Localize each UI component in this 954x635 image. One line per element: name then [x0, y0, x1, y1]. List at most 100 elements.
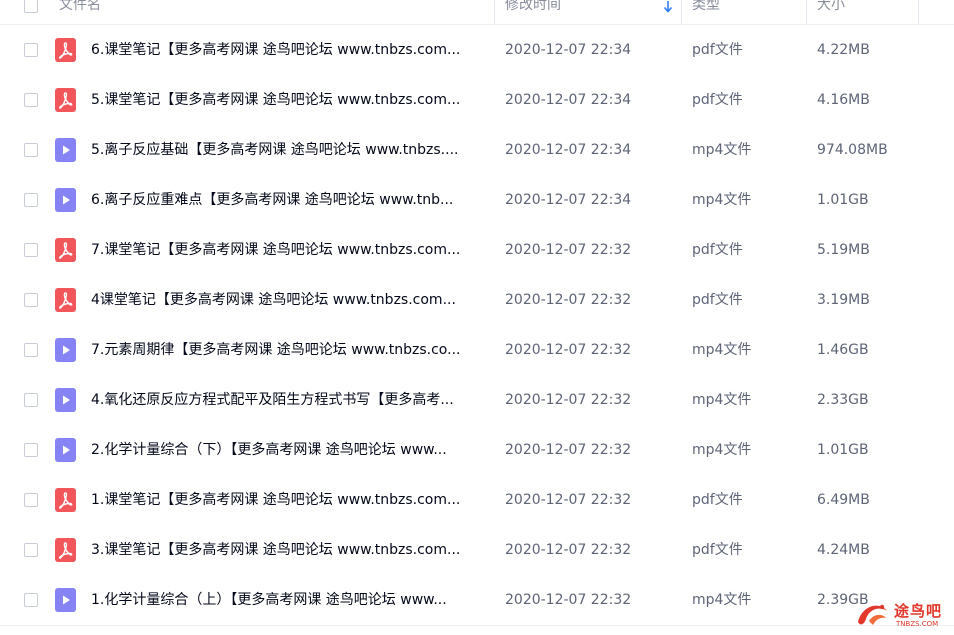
video-icon: [55, 388, 76, 412]
modified-time: 2020-12-07 22:34: [505, 142, 632, 158]
row-checkbox[interactable]: [24, 393, 38, 407]
row-checkbox[interactable]: [24, 493, 38, 507]
row-checkbox[interactable]: [24, 343, 38, 357]
file-type: pdf文件: [692, 292, 743, 308]
table-row[interactable]: 6.离子反应重难点【更多高考网课 途鸟吧论坛 www.tnb... 2020-12…: [0, 175, 954, 225]
row-checkbox[interactable]: [24, 593, 38, 607]
modified-time: 2020-12-07 22:32: [505, 292, 632, 308]
table-row[interactable]: 2.化学计量综合（下）【更多高考网课 途鸟吧论坛 www... 2020-12-0…: [0, 425, 954, 475]
file-type: pdf文件: [692, 42, 743, 58]
modified-time: 2020-12-07 22:32: [505, 442, 632, 458]
table-header: 文件名 修改时间 类型 大小: [0, 0, 954, 25]
file-size: 4.24MB: [817, 542, 870, 558]
file-type: mp4文件: [692, 442, 752, 458]
pdf-icon: [55, 38, 76, 62]
file-type: mp4文件: [692, 342, 752, 358]
pdf-icon: [55, 238, 76, 262]
file-type: pdf文件: [692, 542, 743, 558]
file-size: 2.33GB: [817, 392, 869, 408]
row-checkbox[interactable]: [24, 43, 38, 57]
video-icon: [55, 338, 76, 362]
video-icon: [55, 438, 76, 462]
pdf-icon: [55, 538, 76, 562]
file-name[interactable]: 4课堂笔记【更多高考网课 途鸟吧论坛 www.tnbzs.com...: [91, 275, 486, 325]
row-checkbox[interactable]: [24, 93, 38, 107]
file-name[interactable]: 7.元素周期律【更多高考网课 途鸟吧论坛 www.tnbzs.co...: [91, 325, 486, 375]
file-type: pdf文件: [692, 92, 743, 108]
row-checkbox[interactable]: [24, 543, 38, 557]
table-row[interactable]: 1.课堂笔记【更多高考网课 途鸟吧论坛 www.tnbzs.com... 2020…: [0, 475, 954, 525]
file-name[interactable]: 6.离子反应重难点【更多高考网课 途鸟吧论坛 www.tnb...: [91, 175, 486, 225]
column-divider: [494, 0, 495, 24]
file-size: 974.08MB: [817, 142, 888, 158]
modified-time: 2020-12-07 22:32: [505, 392, 632, 408]
watermark-subtext: TNBZS.COM: [896, 620, 939, 628]
table-row[interactable]: 6.课堂笔记【更多高考网课 途鸟吧论坛 www.tnbzs.com... 2020…: [0, 25, 954, 75]
file-size: 1.46GB: [817, 342, 869, 358]
file-type: mp4文件: [692, 192, 752, 208]
video-icon: [55, 138, 76, 162]
row-checkbox[interactable]: [24, 293, 38, 307]
file-name[interactable]: 4.氧化还原反应方程式配平及陌生方程式书写【更多高考...: [91, 375, 486, 425]
table-row[interactable]: 3.课堂笔记【更多高考网课 途鸟吧论坛 www.tnbzs.com... 2020…: [0, 525, 954, 575]
table-row[interactable]: 7.元素周期律【更多高考网课 途鸟吧论坛 www.tnbzs.co... 2020…: [0, 325, 954, 375]
column-divider: [806, 0, 807, 24]
pdf-icon: [55, 288, 76, 312]
modified-time: 2020-12-07 22:32: [505, 492, 632, 508]
file-size: 5.19MB: [817, 242, 870, 258]
file-type: pdf文件: [692, 242, 743, 258]
file-type: mp4文件: [692, 592, 752, 608]
modified-time: 2020-12-07 22:32: [505, 592, 632, 608]
file-size: 4.16MB: [817, 92, 870, 108]
table-row[interactable]: 4课堂笔记【更多高考网课 途鸟吧论坛 www.tnbzs.com... 2020-…: [0, 275, 954, 325]
file-size: 1.01GB: [817, 442, 869, 458]
column-divider: [681, 0, 682, 24]
select-all-checkbox[interactable]: [24, 0, 38, 13]
file-name[interactable]: 7.课堂笔记【更多高考网课 途鸟吧论坛 www.tnbzs.com...: [91, 225, 486, 275]
file-size: 6.49MB: [817, 492, 870, 508]
column-header-name[interactable]: 文件名: [59, 0, 101, 24]
watermark-text: 途鸟吧: [894, 602, 943, 620]
modified-time: 2020-12-07 22:32: [505, 242, 632, 258]
file-type: mp4文件: [692, 142, 752, 158]
tunb-logo-icon: [852, 604, 892, 635]
pdf-icon: [55, 88, 76, 112]
file-type: mp4文件: [692, 392, 752, 408]
column-header-modified[interactable]: 修改时间: [505, 0, 561, 24]
table-row[interactable]: 7.课堂笔记【更多高考网课 途鸟吧论坛 www.tnbzs.com... 2020…: [0, 225, 954, 275]
file-size: 4.22MB: [817, 42, 870, 58]
modified-time: 2020-12-07 22:34: [505, 42, 632, 58]
file-name[interactable]: 1.化学计量综合（上）【更多高考网课 途鸟吧论坛 www...: [91, 575, 486, 625]
file-name[interactable]: 6.课堂笔记【更多高考网课 途鸟吧论坛 www.tnbzs.com...: [91, 25, 486, 75]
column-header-size[interactable]: 大小: [817, 0, 845, 24]
table-row[interactable]: 4.氧化还原反应方程式配平及陌生方程式书写【更多高考... 2020-12-07 …: [0, 375, 954, 425]
file-name[interactable]: 5.课堂笔记【更多高考网课 途鸟吧论坛 www.tnbzs.com...: [91, 75, 486, 125]
table-row[interactable]: 5.离子反应基础【更多高考网课 途鸟吧论坛 www.tnbzs.... 2020-…: [0, 125, 954, 175]
pdf-icon: [55, 488, 76, 512]
file-name[interactable]: 2.化学计量综合（下）【更多高考网课 途鸟吧论坛 www...: [91, 425, 486, 475]
modified-time: 2020-12-07 22:32: [505, 542, 632, 558]
modified-time: 2020-12-07 22:32: [505, 342, 632, 358]
file-name[interactable]: 3.课堂笔记【更多高考网课 途鸟吧论坛 www.tnbzs.com...: [91, 525, 486, 575]
modified-time: 2020-12-07 22:34: [505, 92, 632, 108]
file-name[interactable]: 5.离子反应基础【更多高考网课 途鸟吧论坛 www.tnbzs....: [91, 125, 486, 175]
row-checkbox[interactable]: [24, 143, 38, 157]
modified-time: 2020-12-07 22:34: [505, 192, 632, 208]
file-size: 1.01GB: [817, 192, 869, 208]
row-checkbox[interactable]: [24, 193, 38, 207]
row-checkbox[interactable]: [24, 443, 38, 457]
column-header-type[interactable]: 类型: [692, 0, 720, 24]
file-size: 3.19MB: [817, 292, 870, 308]
watermark: 途鸟吧 TNBZS.COM: [852, 597, 952, 633]
file-list: 文件名 修改时间 类型 大小 6.课堂笔记【更多高考网课 途鸟吧论坛 www.t…: [0, 0, 954, 635]
video-icon: [55, 588, 76, 612]
file-name[interactable]: 1.课堂笔记【更多高考网课 途鸟吧论坛 www.tnbzs.com...: [91, 475, 486, 525]
sort-descending-icon[interactable]: [661, 0, 675, 24]
video-icon: [55, 188, 76, 212]
file-type: pdf文件: [692, 492, 743, 508]
table-row[interactable]: 1.化学计量综合（上）【更多高考网课 途鸟吧论坛 www... 2020-12-0…: [0, 575, 954, 625]
table-row[interactable]: 5.课堂笔记【更多高考网课 途鸟吧论坛 www.tnbzs.com... 2020…: [0, 75, 954, 125]
row-checkbox[interactable]: [24, 243, 38, 257]
divider: [0, 625, 954, 626]
file-rows: 6.课堂笔记【更多高考网课 途鸟吧论坛 www.tnbzs.com... 2020…: [0, 25, 954, 625]
